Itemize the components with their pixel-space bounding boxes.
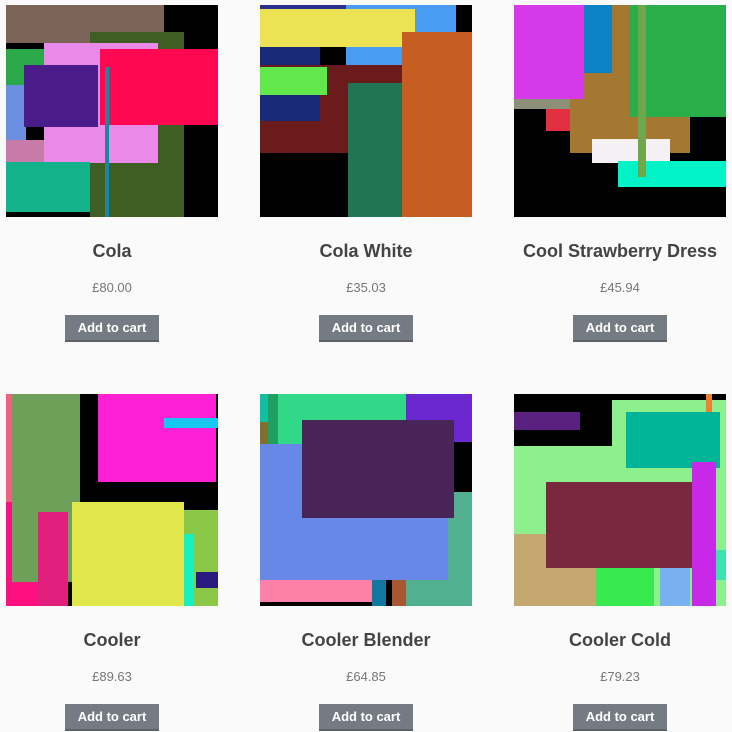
product-price: £80.00 bbox=[92, 280, 132, 295]
product-card-cooler-blender: Cooler Blender £64.85 Add to cart bbox=[260, 394, 472, 731]
product-image-cola[interactable] bbox=[6, 5, 218, 217]
product-price: £79.23 bbox=[600, 669, 640, 684]
add-to-cart-button[interactable]: Add to cart bbox=[573, 704, 667, 731]
product-card-cooler: Cooler £89.63 Add to cart bbox=[6, 394, 218, 731]
product-image-cool-strawberry-dress[interactable] bbox=[514, 5, 726, 217]
product-card-cola: Cola £80.00 Add to cart bbox=[6, 5, 218, 342]
product-image-cooler-cold[interactable] bbox=[514, 394, 726, 606]
product-image-cooler-blender[interactable] bbox=[260, 394, 472, 606]
product-title[interactable]: Cooler Cold bbox=[484, 630, 732, 651]
add-to-cart-button[interactable]: Add to cart bbox=[65, 704, 159, 731]
product-card-cola-white: Cola White £35.03 Add to cart bbox=[260, 5, 472, 342]
product-price: £35.03 bbox=[346, 280, 386, 295]
product-title[interactable]: Cooler Blender bbox=[230, 630, 502, 651]
product-price: £64.85 bbox=[346, 669, 386, 684]
product-title[interactable]: Cola bbox=[0, 241, 248, 262]
product-card-cool-strawberry-dress: Cool Strawberry Dress £45.94 Add to cart bbox=[514, 5, 726, 342]
product-image-cola-white[interactable] bbox=[260, 5, 472, 217]
product-price: £45.94 bbox=[600, 280, 640, 295]
product-title[interactable]: Cola White bbox=[230, 241, 502, 262]
product-card-cooler-cold: Cooler Cold £79.23 Add to cart bbox=[514, 394, 726, 731]
add-to-cart-button[interactable]: Add to cart bbox=[319, 704, 413, 731]
product-price: £89.63 bbox=[92, 669, 132, 684]
product-image-cooler[interactable] bbox=[6, 394, 218, 606]
add-to-cart-button[interactable]: Add to cart bbox=[65, 315, 159, 342]
add-to-cart-button[interactable]: Add to cart bbox=[319, 315, 413, 342]
add-to-cart-button[interactable]: Add to cart bbox=[573, 315, 667, 342]
product-title[interactable]: Cooler bbox=[0, 630, 248, 651]
product-title[interactable]: Cool Strawberry Dress bbox=[484, 241, 732, 262]
